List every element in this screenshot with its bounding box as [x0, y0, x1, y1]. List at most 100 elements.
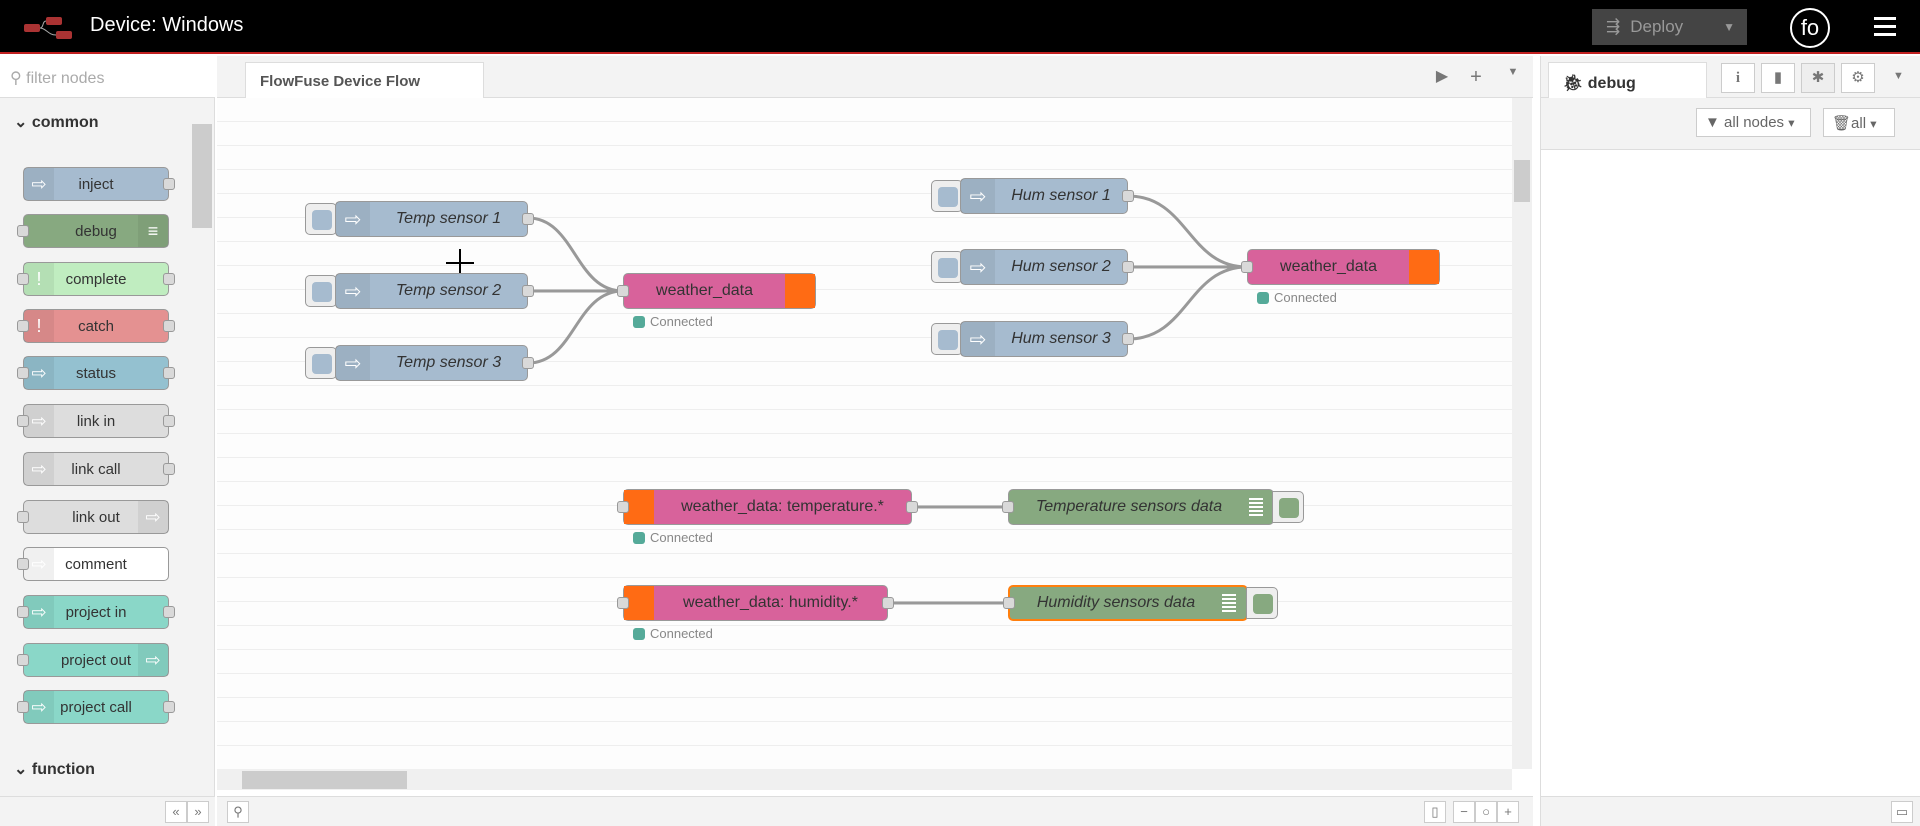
horizontal-scrollbar[interactable]	[217, 769, 1512, 790]
inject-trigger-button[interactable]	[931, 251, 963, 283]
inject-node[interactable]: ⇨ Hum sensor 2	[960, 249, 1134, 285]
node-icon: ⇨	[138, 644, 168, 676]
vertical-scrollbar[interactable]	[1512, 98, 1532, 769]
category-common[interactable]: ⌄ common	[0, 112, 192, 132]
tab-flowfuse-device-flow[interactable]: FlowFuse Device Flow	[245, 62, 484, 99]
status-dot-icon	[1257, 291, 1269, 304]
zoom-in-icon[interactable]: +	[1497, 801, 1519, 823]
workspace: FlowFuse Device Flow ▶ + ▼ ⇨ Temp sensor …	[217, 56, 1533, 826]
inject-node[interactable]: ⇨ Hum sensor 3	[960, 321, 1134, 357]
caret-down-icon[interactable]: ▼	[1723, 20, 1735, 34]
help-book-icon[interactable]: ▮	[1761, 63, 1795, 93]
inject-trigger-button[interactable]	[305, 203, 337, 235]
monitor-icon[interactable]: ▭	[1891, 801, 1913, 823]
palette-node-label: link call	[71, 460, 121, 478]
palette-scrollbar[interactable]	[192, 124, 212, 228]
palette-node-inject[interactable]: ⇨ inject	[23, 167, 175, 201]
filter-placeholder: filter nodes	[26, 70, 105, 87]
status-dot-icon	[633, 315, 645, 328]
palette-node-link-call[interactable]: ⇨ link call	[23, 452, 175, 486]
node-icon: ⇨	[24, 168, 54, 200]
palette-node-label: status	[75, 364, 117, 382]
palette-node-label: inject	[78, 175, 114, 193]
filter-nodes-dropdown[interactable]: ▼ all nodes ▾	[1696, 108, 1811, 137]
workspace-footer: ⚲ ▯ − ○ +	[217, 796, 1533, 826]
mqtt-in-node[interactable]: weather_data: temperature.*	[617, 489, 918, 525]
palette-node-catch[interactable]: ! catch	[17, 309, 175, 343]
sidebar-menu-caret-icon[interactable]: ▼	[1893, 70, 1904, 82]
tab-debug[interactable]: 🐞︎ debug	[1548, 62, 1707, 99]
info-icon[interactable]: i	[1721, 63, 1755, 93]
output-port[interactable]	[1122, 190, 1134, 202]
output-port[interactable]	[522, 285, 534, 297]
output-port[interactable]	[522, 357, 534, 369]
flow-canvas[interactable]: ⇨ Temp sensor 1 ⇨ Temp sensor 2 ⇨ Temp sens…	[217, 98, 1512, 769]
mqtt-out-node[interactable]: weather_data	[1241, 249, 1440, 285]
mqtt-out-node[interactable]: weather_data	[617, 273, 816, 309]
navigator-map-icon[interactable]: ▯	[1424, 801, 1446, 823]
mqtt-in-node[interactable]: weather_data: humidity.*	[617, 585, 894, 621]
inject-node[interactable]: ⇨ Temp sensor 1	[335, 201, 534, 237]
add-tab-icon[interactable]: +	[1464, 66, 1488, 90]
output-port[interactable]	[522, 213, 534, 225]
output-port[interactable]	[906, 501, 918, 513]
node-label: weather_data: humidity.*	[683, 594, 858, 611]
node-label: Temperature sensors data	[1035, 498, 1223, 515]
palette-node-project-in[interactable]: ⇨ project in	[17, 595, 175, 629]
clear-messages-dropdown[interactable]: 🗑︎all ▾	[1823, 108, 1895, 137]
input-port[interactable]	[1003, 597, 1015, 609]
user-avatar[interactable]: fo	[1790, 8, 1830, 48]
arrow-right-icon: ⇨	[961, 179, 995, 213]
inject-node[interactable]: ⇨ Hum sensor 1	[960, 178, 1134, 214]
debug-node[interactable]: Temperature sensors data	[1002, 489, 1274, 525]
status-dot-icon	[633, 627, 645, 640]
palette-node-link-in[interactable]: ⇨ link in	[17, 404, 175, 438]
filter-nodes-input[interactable]: ⚲ filter nodes	[0, 56, 215, 98]
status-connected: Connected	[633, 626, 713, 641]
palette-node-status[interactable]: ⇨ status	[17, 356, 175, 390]
inject-trigger-button[interactable]	[305, 347, 337, 379]
tab-list-icon[interactable]: ▼	[1501, 66, 1525, 90]
output-port[interactable]	[1122, 261, 1134, 273]
node-icon: ≡	[138, 215, 168, 247]
inject-trigger-button[interactable]	[931, 180, 963, 212]
arrow-right-icon: ⇨	[336, 346, 370, 380]
palette-node-label: comment	[65, 555, 127, 573]
debug-bug-icon[interactable]: ✱	[1801, 63, 1835, 93]
play-icon[interactable]: ▶	[1430, 66, 1454, 90]
palette-node-project-out[interactable]: ⇨ project out	[17, 643, 169, 677]
expand-all-button[interactable]: »	[187, 801, 209, 823]
arrow-right-icon: ⇨	[336, 202, 370, 236]
palette-node-project-call[interactable]: ⇨ project call	[17, 690, 175, 724]
debug-node[interactable]: Humidity sensors data	[1003, 585, 1248, 621]
output-port[interactable]	[1122, 333, 1134, 345]
debug-toggle-button[interactable]	[1246, 587, 1278, 619]
node-label: Hum sensor 2	[1011, 258, 1111, 275]
arrow-right-icon: ⇨	[961, 250, 995, 284]
inject-trigger-button[interactable]	[931, 323, 963, 355]
palette-node-comment[interactable]: ⇨ comment	[17, 547, 169, 581]
output-port[interactable]	[882, 597, 894, 609]
node-label: Temp sensor 1	[395, 210, 502, 227]
inject-trigger-button[interactable]	[305, 275, 337, 307]
inject-node[interactable]: ⇨ Temp sensor 2	[335, 273, 534, 309]
deploy-button[interactable]: ⇶ Deploy ▼	[1592, 9, 1747, 45]
hamburger-menu-icon[interactable]	[1874, 17, 1896, 37]
input-port[interactable]	[617, 285, 629, 297]
app-title: Device: Windows	[90, 14, 244, 36]
category-function[interactable]: ⌄ function	[0, 759, 192, 779]
inject-node[interactable]: ⇨ Temp sensor 3	[335, 345, 534, 381]
input-port[interactable]	[1241, 261, 1253, 273]
debug-toggle-button[interactable]	[1272, 491, 1304, 523]
zoom-reset-icon[interactable]: ○	[1475, 801, 1497, 823]
zoom-out-icon[interactable]: −	[1453, 801, 1475, 823]
collapse-all-button[interactable]: «	[165, 801, 187, 823]
input-port[interactable]	[1002, 501, 1014, 513]
palette-node-link-out[interactable]: ⇨ link out	[17, 500, 169, 534]
palette-node-complete[interactable]: ! complete	[17, 262, 175, 296]
status-connected: Connected	[633, 314, 713, 329]
search-icon[interactable]: ⚲	[227, 801, 249, 823]
wires	[446, 194, 1248, 605]
gear-icon[interactable]: ⚙	[1841, 63, 1875, 93]
palette-node-debug[interactable]: ≡ debug	[17, 214, 169, 248]
